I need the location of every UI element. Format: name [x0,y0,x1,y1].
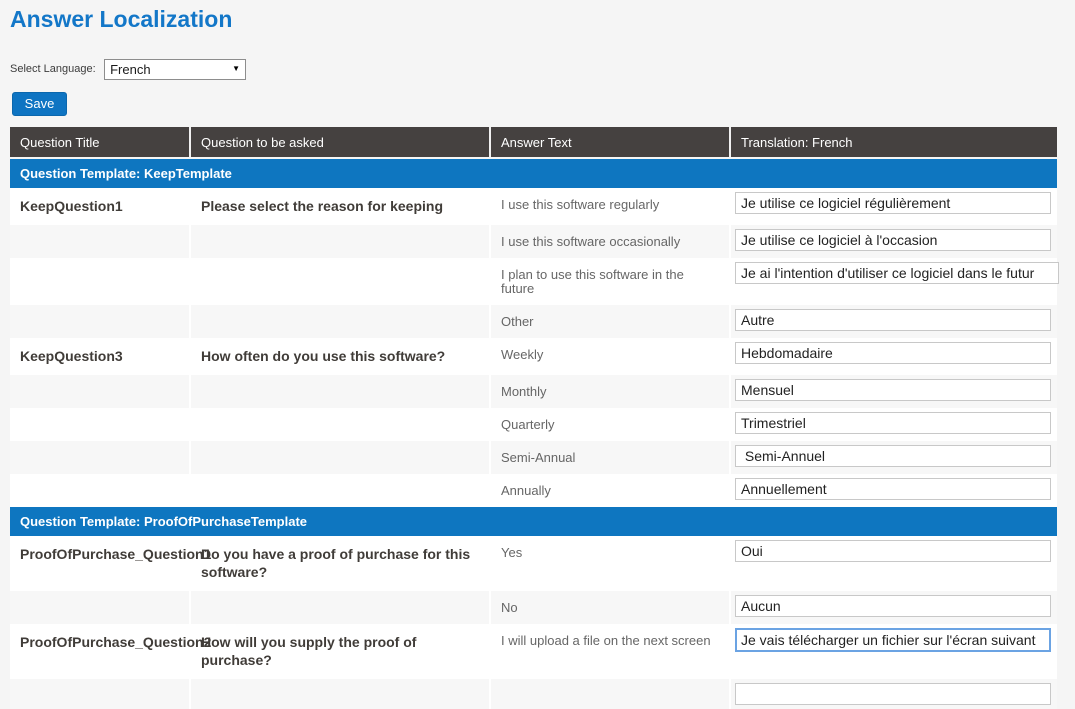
column-header-question-to-be-asked: Question to be asked [190,127,490,158]
answer-text-cell: Weekly [490,338,730,375]
question-title-cell [10,375,190,408]
translation-cell [730,225,1057,258]
column-header-translation: Translation: French [730,127,1057,158]
answer-text-cell: Quarterly [490,408,730,441]
translation-cell [730,624,1057,679]
answer-text-cell: I will upload a file on the next screen [490,624,730,679]
answer-text-cell: I use this software regularly [490,188,730,225]
translation-cell [730,375,1057,408]
page-title: Answer Localization [10,6,232,33]
table-row: KeepQuestion1Please select the reason fo… [10,188,1057,225]
translation-input[interactable] [735,229,1051,251]
localization-table-wrap: Question Title Question to be asked Answ… [10,127,1057,709]
translation-input[interactable] [735,445,1051,467]
question-title-cell [10,474,190,507]
question-text-cell [190,225,490,258]
table-row: Semi-Annual [10,441,1057,474]
answer-text-cell [490,679,730,709]
translation-input[interactable] [735,478,1051,500]
answer-text-cell: Annually [490,474,730,507]
section-title: Question Template: ProofOfPurchaseTempla… [10,507,1057,536]
table-row: Other [10,305,1057,338]
section-header-row: Question Template: KeepTemplate [10,158,1057,188]
answer-text-cell: No [490,591,730,624]
question-text-cell [190,591,490,624]
question-title-cell: KeepQuestion3 [10,338,190,375]
translation-cell [730,338,1057,375]
question-text-cell [190,441,490,474]
answer-text-cell: Other [490,305,730,338]
question-title-cell [10,225,190,258]
table-row: I plan to use this software in the futur… [10,258,1057,305]
translation-input[interactable] [735,595,1051,617]
question-text-cell: How often do you use this software? [190,338,490,375]
answer-text-cell: I plan to use this software in the futur… [490,258,730,305]
question-text-cell [190,474,490,507]
question-title-cell [10,408,190,441]
question-title-cell [10,305,190,338]
table-row: ProofOfPurchase_Question1Do you have a p… [10,536,1057,591]
translation-input[interactable] [735,342,1051,364]
question-text-cell [190,679,490,709]
translation-input[interactable] [735,192,1051,214]
translation-input[interactable] [735,628,1051,652]
translation-cell [730,536,1057,591]
table-row: I use this software occasionally [10,225,1057,258]
question-text-cell: How will you supply the proof of purchas… [190,624,490,679]
question-text-cell [190,305,490,338]
question-text-cell [190,258,490,305]
translation-input[interactable] [735,309,1051,331]
translation-cell [730,188,1057,225]
answer-text-cell: Yes [490,536,730,591]
table-header: Question Title Question to be asked Answ… [10,127,1057,158]
table-row: KeepQuestion3How often do you use this s… [10,338,1057,375]
table-body: Question Template: KeepTemplateKeepQuest… [10,158,1057,709]
translation-cell [730,305,1057,338]
language-selector-row: Select Language: French ▼ [10,59,246,81]
answer-text-cell: Semi-Annual [490,441,730,474]
question-text-cell: Do you have a proof of purchase for this… [190,536,490,591]
question-title-cell [10,258,190,305]
table-header-row: Question Title Question to be asked Answ… [10,127,1057,158]
question-text-cell: Please select the reason for keeping [190,188,490,225]
question-text-cell [190,375,490,408]
question-title-cell [10,591,190,624]
translation-cell [730,474,1057,507]
section-title: Question Template: KeepTemplate [10,158,1057,188]
question-text-cell [190,408,490,441]
column-header-question-title: Question Title [10,127,190,158]
table-row: ProofOfPurchase_Question2How will you su… [10,624,1057,679]
translation-input[interactable] [735,262,1059,284]
table-row: Annually [10,474,1057,507]
translation-cell [730,408,1057,441]
column-header-answer-text: Answer Text [490,127,730,158]
translation-cell [730,258,1057,305]
question-title-cell [10,441,190,474]
table-row: No [10,591,1057,624]
answer-text-cell: Monthly [490,375,730,408]
answer-text-cell: I use this software occasionally [490,225,730,258]
table-row: Quarterly [10,408,1057,441]
table-row [10,679,1057,709]
question-title-cell [10,679,190,709]
table-row: Monthly [10,375,1057,408]
save-button[interactable]: Save [12,92,67,116]
translation-cell [730,591,1057,624]
language-select-label: Select Language: [10,59,96,80]
language-select-wrap: French ▼ [104,59,246,80]
translation-cell [730,441,1057,474]
language-select[interactable]: French [104,59,246,80]
translation-input[interactable] [735,412,1051,434]
localization-table: Question Title Question to be asked Answ… [10,127,1057,709]
question-title-cell: KeepQuestion1 [10,188,190,225]
translation-cell [730,679,1057,709]
question-title-cell: ProofOfPurchase_Question1 [10,536,190,591]
question-title-cell: ProofOfPurchase_Question2 [10,624,190,679]
translation-input[interactable] [735,683,1051,705]
translation-input[interactable] [735,379,1051,401]
translation-input[interactable] [735,540,1051,562]
section-header-row: Question Template: ProofOfPurchaseTempla… [10,507,1057,536]
